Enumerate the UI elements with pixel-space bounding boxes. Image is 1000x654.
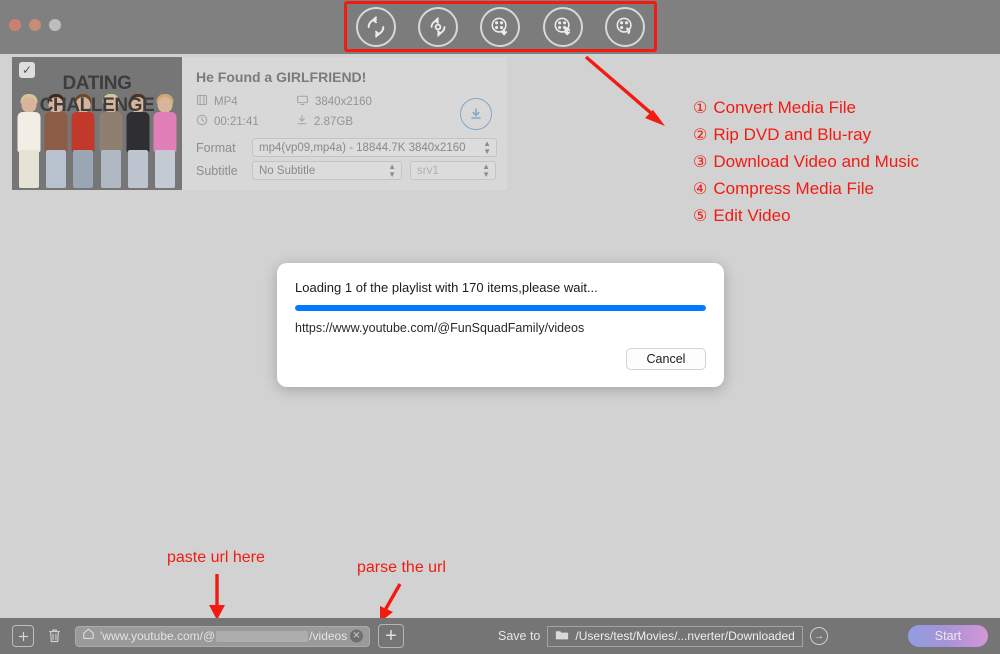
toolbar-item-downloader[interactable] [480, 7, 521, 47]
bottom-toolbar: 'www.youtube.com/@ /videos ✕ + Save to /… [0, 618, 1000, 654]
url-suffix: /videos [309, 629, 348, 643]
meta-duration: 00:21:41 [196, 114, 296, 129]
app-window: ✓ DATING CHALLENGE He Found a GIRLFRIEND… [0, 0, 1000, 654]
video-info: He Found a GIRLFRIEND! MP4 3840x2160 00:… [182, 57, 507, 190]
reel-edit-icon [614, 16, 636, 38]
annotation-feature-list: ① Convert Media File ② Rip DVD and Blu-r… [693, 95, 919, 230]
format-value: mp4(vp09,mp4a) - 18844.7K 3840x2160 [259, 141, 466, 154]
download-circle-icon[interactable] [460, 98, 492, 130]
progress-bar [295, 305, 706, 311]
toolbar-item-ripper[interactable] [418, 7, 459, 47]
folder-icon [555, 629, 569, 644]
annotation-number: ① [693, 100, 708, 117]
chevron-updown-icon: ▲ ▼ [388, 161, 396, 179]
toolbar-item-converter[interactable] [356, 7, 397, 47]
save-to-label: Save to [498, 629, 541, 643]
disc-ripper-icon [427, 16, 449, 38]
annotation-label: Edit Video [713, 206, 791, 225]
annotation-number: ② [693, 127, 708, 144]
annotation-parse-url: parse the url [357, 559, 446, 576]
progress-bar-fill [295, 305, 706, 311]
meta-resolution-value: 3840x2160 [315, 95, 372, 108]
url-text: 'www.youtube.com/@ /videos [100, 629, 347, 643]
annotation-number: ④ [693, 181, 708, 198]
url-input[interactable]: 'www.youtube.com/@ /videos ✕ [75, 625, 370, 647]
subtitle-label: Subtitle [196, 163, 238, 178]
url-prefix: 'www.youtube.com/@ [100, 629, 216, 643]
module-toolbar [345, 2, 656, 52]
reel-download-icon [489, 16, 511, 38]
annotation-feature-2: ② Rip DVD and Blu-ray [693, 122, 919, 149]
home-icon [82, 627, 95, 645]
minimize-button[interactable] [29, 19, 41, 31]
video-meta-list: MP4 3840x2160 00:21:41 2.87GB [196, 94, 497, 129]
save-to-section: Save to /Users/test/Movies/...nverter/Do… [498, 625, 828, 647]
annotation-arrow-toolbar [584, 55, 665, 126]
subtitle-row: Subtitle No Subtitle ▲ ▼ srv1 ▲ ▼ [196, 161, 497, 180]
loading-dialog: Loading 1 of the playlist with 170 items… [277, 263, 724, 387]
annotation-arrow-paste [209, 574, 225, 620]
format-select[interactable]: mp4(vp09,mp4a) - 18844.7K 3840x2160 ▲ ▼ [252, 138, 497, 157]
annotation-label: Download Video and Music [713, 152, 920, 171]
convert-icon [365, 16, 387, 38]
toolbar-item-editor[interactable] [604, 7, 645, 47]
subtitle-select[interactable]: No Subtitle ▲ ▼ [252, 161, 402, 180]
meta-format-value: MP4 [214, 95, 238, 108]
save-path-value: /Users/test/Movies/...nverter/Downloaded [575, 629, 795, 643]
annotation-paste-url: paste url here [167, 549, 265, 566]
close-button[interactable] [9, 19, 21, 31]
dialog-title: Loading 1 of the playlist with 170 items… [295, 280, 598, 295]
annotation-label: Rip DVD and Blu-ray [713, 125, 872, 144]
monitor-icon [296, 94, 309, 109]
thumbnail-title: DATING CHALLENGE [39, 73, 155, 116]
clear-circle-icon[interactable]: ✕ [350, 629, 363, 643]
dialog-actions: Cancel [295, 348, 706, 370]
window-controls [9, 19, 61, 31]
cancel-button[interactable]: Cancel [626, 348, 706, 370]
clock-icon [196, 114, 208, 129]
video-title: He Found a GIRLFRIEND! [196, 69, 367, 85]
add-file-button[interactable] [12, 625, 34, 647]
toolbar-item-compressor[interactable] [542, 7, 583, 47]
annotation-feature-5: ⑤ Edit Video [693, 203, 919, 230]
start-button[interactable]: Start [908, 625, 988, 647]
subtitle-value: No Subtitle [259, 164, 316, 177]
meta-format: MP4 [196, 94, 296, 109]
meta-filesize-value: 2.87GB [314, 115, 353, 128]
delete-button[interactable] [43, 625, 65, 647]
download-icon [296, 114, 308, 129]
annotation-feature-4: ④ Compress Media File [693, 176, 919, 203]
meta-filesize: 2.87GB [296, 114, 406, 129]
annotation-feature-1: ① Convert Media File [693, 95, 919, 122]
url-redacted-region [216, 630, 309, 642]
parse-url-button[interactable]: + [378, 624, 404, 648]
annotation-label: Compress Media File [713, 179, 874, 198]
maximize-button[interactable] [49, 19, 61, 31]
save-path-field[interactable]: /Users/test/Movies/...nverter/Downloaded [547, 625, 803, 647]
video-thumbnail[interactable]: ✓ DATING CHALLENGE [12, 57, 182, 190]
format-label: Format [196, 140, 236, 155]
annotation-label: Convert Media File [713, 98, 857, 117]
annotation-number: ⑤ [693, 208, 708, 225]
video-card: ✓ DATING CHALLENGE He Found a GIRLFRIEND… [12, 57, 507, 190]
reel-compress-icon [552, 16, 574, 38]
chevron-updown-icon: ▲ ▼ [482, 161, 490, 179]
chevron-updown-icon: ▲ ▼ [483, 138, 491, 156]
arrow-right-circle-icon[interactable]: → [809, 627, 828, 645]
subtitle-format-select[interactable]: srv1 ▲ ▼ [410, 161, 496, 180]
meta-resolution: 3840x2160 [296, 94, 406, 109]
meta-duration-value: 00:21:41 [214, 115, 259, 128]
subtitle-format-value: srv1 [417, 164, 439, 177]
annotation-feature-3: ③ Download Video and Music [693, 149, 919, 176]
thumbnail-checkbox[interactable]: ✓ [19, 62, 35, 78]
film-icon [196, 94, 208, 109]
annotation-number: ③ [693, 154, 708, 171]
title-bar [0, 0, 1000, 54]
format-row: Format mp4(vp09,mp4a) - 18844.7K 3840x21… [196, 138, 497, 157]
dialog-url: https://www.youtube.com/@FunSquadFamily/… [295, 321, 585, 335]
